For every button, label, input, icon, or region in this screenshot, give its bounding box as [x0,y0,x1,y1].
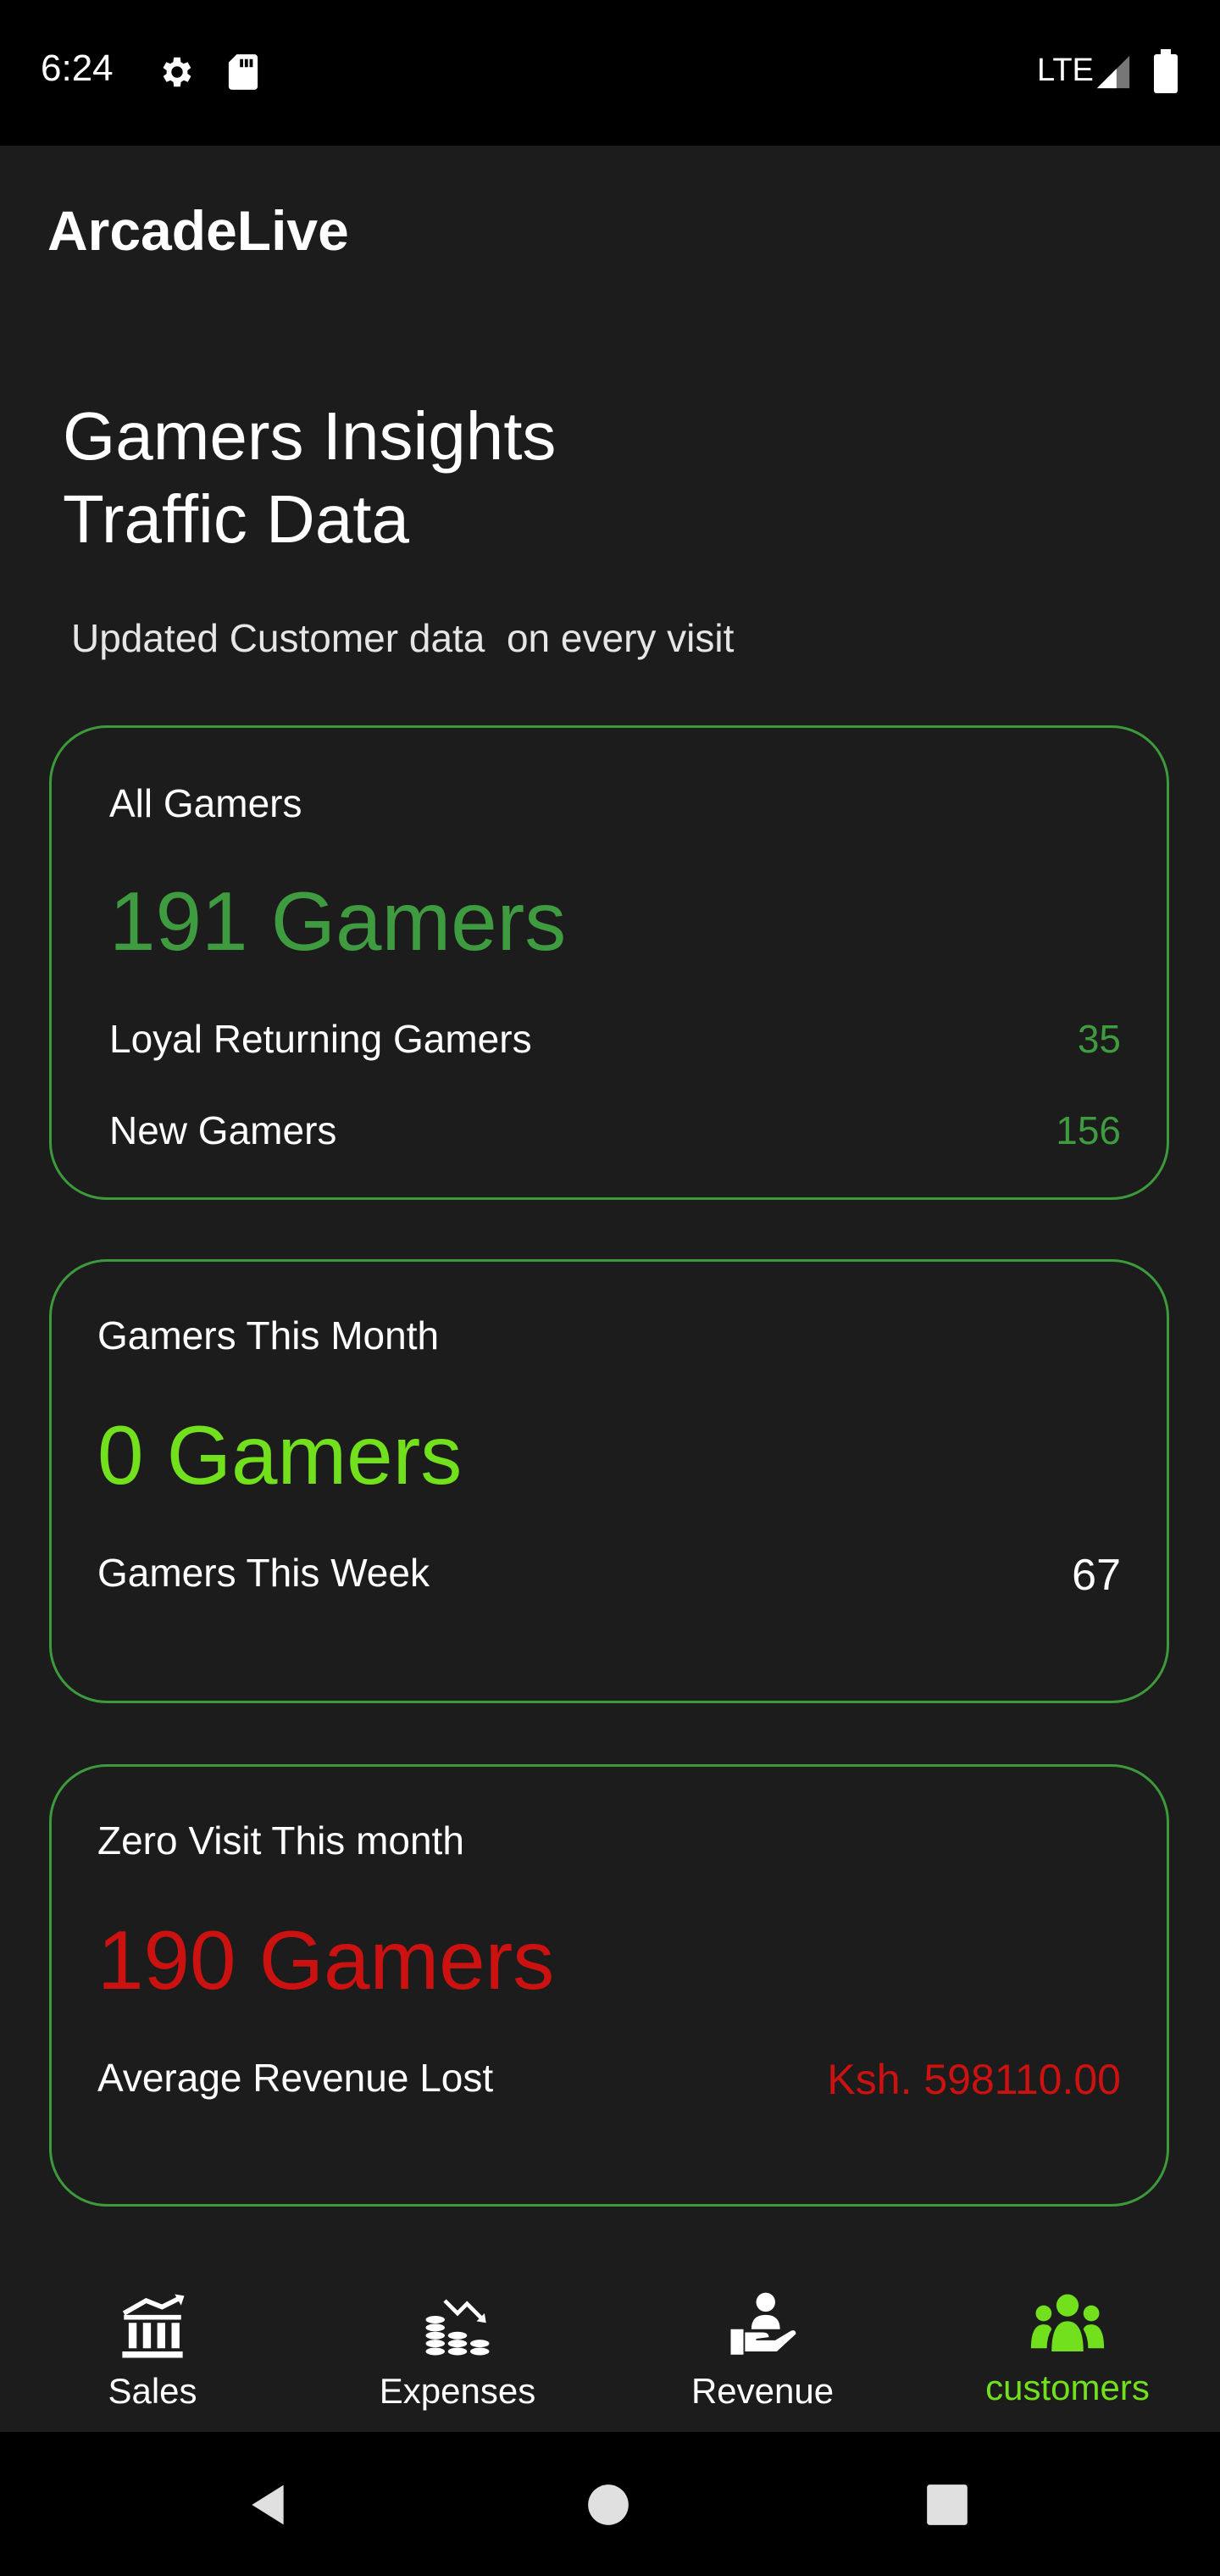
zero-visit-card: Zero Visit This month 190 Gamers Average… [49,1764,1169,2207]
card-label: Zero Visit This month [97,1818,464,1863]
nav-label: Expenses [379,2371,536,2411]
average-revenue-lost-label: Average Revenue Lost [97,2056,494,2100]
page-subtitle: Updated Customer data on every visit [71,616,735,660]
gamers-this-month-card: Gamers This Month 0 Gamers Gamers This W… [49,1259,1169,1703]
nav-item-revenue[interactable]: Revenue [610,2246,915,2432]
loyal-returning-gamers-label: Loyal Returning Gamers [109,1017,532,1061]
bank-chart-icon [122,2294,185,2358]
battery-icon [1154,49,1178,93]
new-gamers-value: 156 [1056,1108,1121,1152]
home-icon[interactable] [586,2483,630,2527]
nav-label: customers [985,2368,1150,2407]
system-navigation-bar [0,2432,1220,2576]
nav-item-expenses[interactable]: Expenses [305,2246,610,2432]
nav-item-customers[interactable]: customers [915,2246,1220,2432]
bottom-navigation: Sales Expenses Revenue customers [0,2246,1220,2432]
zero-visit-gamers-value: 190 Gamers [97,1913,555,2007]
signal-strength-icon [1096,55,1130,89]
all-gamers-card: All Gamers 191 Gamers Loyal Returning Ga… [49,725,1169,1200]
coins-down-icon [425,2299,490,2356]
loyal-returning-gamers-value: 35 [1077,1017,1121,1061]
average-revenue-lost-value: Ksh. 598110.00 [827,2056,1121,2103]
month-gamers-value: 0 Gamers [97,1408,463,1502]
status-time: 6:24 [41,47,114,89]
gamers-this-week-value: 67 [1072,1551,1121,1600]
app-title: ArcadeLive [47,199,349,262]
total-gamers-value: 191 Gamers [109,874,567,968]
page-title-line-1: Gamers Insights [63,398,557,474]
back-icon[interactable] [244,2481,291,2529]
settings-gear-icon [163,57,191,87]
group-icon [1030,2294,1105,2351]
card-label: All Gamers [109,781,302,825]
nav-label: Revenue [690,2371,835,2411]
new-gamers-label: New Gamers [109,1108,337,1152]
card-label: Gamers This Month [97,1313,440,1357]
status-bar: 6:24 LTE [0,0,1220,146]
recents-icon[interactable] [925,2483,969,2527]
page-title-line-2: Traffic Data [63,481,410,557]
nav-item-sales[interactable]: Sales [0,2246,305,2432]
hand-holding-person-icon [730,2292,796,2355]
gamers-this-week-label: Gamers This Week [97,1551,430,1595]
page-title: Gamers Insights Traffic Data [63,395,556,561]
nav-label: Sales [108,2371,197,2411]
network-type: LTE [1037,53,1094,88]
sd-card-icon [228,54,258,90]
